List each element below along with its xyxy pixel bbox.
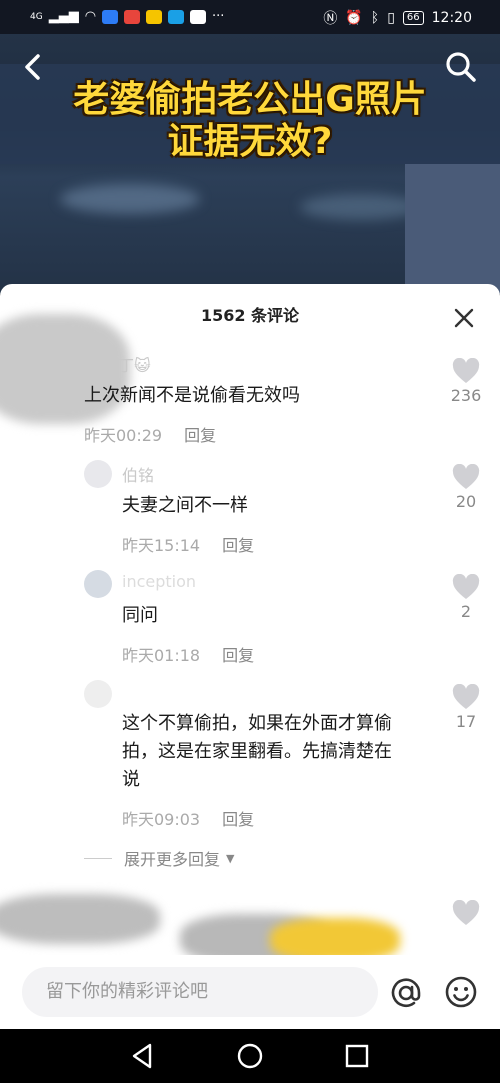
like-button[interactable]: 20 xyxy=(446,464,486,511)
comment-text-line: 说 xyxy=(122,769,140,790)
comment-text-line: 这个不算偷拍，如果在外面才算偷 xyxy=(122,713,392,734)
heart-icon xyxy=(452,574,480,599)
video-player[interactable]: 老婆偷拍老公出G照片 证据无效? xyxy=(0,34,500,294)
like-button[interactable]: 2 xyxy=(446,574,486,621)
heart-icon xyxy=(452,464,480,489)
comment-username[interactable]: 丁😺 xyxy=(118,352,151,376)
emoji-icon[interactable] xyxy=(444,975,478,1009)
comment-time: 昨天09:03 xyxy=(122,810,201,829)
video-title: 老婆偷拍老公出G照片 证据无效? xyxy=(0,79,500,163)
home-circle-icon[interactable] xyxy=(235,1041,265,1071)
signal-icon: ▂▄▆ xyxy=(48,9,79,24)
background-door xyxy=(405,164,500,294)
comment-meta: 昨天01:18 回复 xyxy=(122,642,254,666)
back-icon[interactable] xyxy=(20,52,46,82)
comment-sheet: 1562 条评论 丁😺 上次新闻不是说偷看无效吗 昨天00:29 回复 236 伯… xyxy=(0,284,500,1029)
more-notifications: ··· xyxy=(212,9,225,24)
comment-username[interactable]: 伯铭 xyxy=(122,462,154,486)
comment-text[interactable]: 上次新闻不是说偷看无效吗 xyxy=(84,382,300,410)
comment-meta: 昨天09:03 回复 xyxy=(122,806,254,830)
caret-down-icon: ▼ xyxy=(226,851,235,865)
back-triangle-icon[interactable] xyxy=(128,1041,158,1071)
avatar[interactable] xyxy=(84,460,112,488)
video-title-line1: 老婆偷拍老公出G照片 xyxy=(73,79,427,120)
like-button[interactable]: 236 xyxy=(446,358,486,405)
avatar[interactable] xyxy=(84,680,112,708)
expand-replies-button[interactable]: 展开更多回复 ▼ xyxy=(84,846,234,870)
at-icon[interactable] xyxy=(388,975,424,1011)
reply-button[interactable]: 回复 xyxy=(222,810,254,829)
like-count: 20 xyxy=(455,492,477,511)
app-icon-white xyxy=(190,9,207,24)
clock: 12:20 xyxy=(431,10,472,26)
background-light xyxy=(300,194,420,220)
video-title-line2: 证据无效? xyxy=(167,121,333,162)
redacted-comment xyxy=(0,894,160,944)
vibrate-icon: ▯ xyxy=(387,10,395,26)
comment-meta: 昨天15:14 回复 xyxy=(122,532,254,556)
system-nav-bar xyxy=(0,1029,500,1083)
comment-time: 昨天00:29 xyxy=(84,426,163,445)
comment-meta: 昨天00:29 回复 xyxy=(84,422,216,446)
app-icon-blue xyxy=(102,9,119,24)
alarm-icon: ⏰ xyxy=(345,10,363,26)
background-light xyxy=(60,184,200,214)
recents-square-icon[interactable] xyxy=(342,1041,372,1071)
like-button[interactable] xyxy=(446,900,486,926)
heart-icon xyxy=(452,358,480,383)
network-indicator: 4G xyxy=(30,11,43,22)
like-count: 2 xyxy=(460,602,472,621)
bluetooth-icon: ᛒ xyxy=(370,10,380,26)
comment-text[interactable]: 这个不算偷拍，如果在外面才算偷 拍，这是在家里翻看。先搞清楚在 说 xyxy=(122,710,442,794)
reply-button[interactable]: 回复 xyxy=(184,426,216,445)
comment-input[interactable]: 留下你的精彩评论吧 xyxy=(22,967,378,1017)
avatar[interactable] xyxy=(84,570,112,598)
nfc-icon: Ⓝ xyxy=(323,11,338,27)
like-count: 17 xyxy=(455,712,477,731)
comment-username[interactable]: inception xyxy=(122,572,196,591)
reply-button[interactable]: 回复 xyxy=(222,536,254,555)
reply-button[interactable]: 回复 xyxy=(222,646,254,665)
heart-icon xyxy=(452,900,480,925)
divider xyxy=(84,857,112,859)
wifi-icon: ◠ xyxy=(84,9,97,24)
like-count: 236 xyxy=(450,386,482,405)
search-icon[interactable] xyxy=(444,50,478,84)
expand-replies-label: 展开更多回复 xyxy=(124,850,221,869)
battery-indicator: 66 xyxy=(402,11,424,25)
comment-text-line: 拍，这是在家里翻看。先搞清楚在 xyxy=(122,741,392,762)
comment-text[interactable]: 同问 xyxy=(122,602,158,630)
close-icon[interactable] xyxy=(452,306,476,330)
comment-time: 昨天15:14 xyxy=(122,536,201,555)
comment-input-bar: 留下你的精彩评论吧 xyxy=(0,955,500,1029)
app-icon-yellow xyxy=(146,9,163,24)
heart-icon xyxy=(452,684,480,709)
comment-text[interactable]: 夫妻之间不一样 xyxy=(122,492,248,520)
app-icon-cyan xyxy=(168,9,185,24)
status-bar: 4G ▂▄▆ ◠ ··· Ⓝ ⏰ ᛒ ▯ 66 12:20 xyxy=(0,0,500,34)
like-button[interactable]: 17 xyxy=(446,684,486,731)
comment-time: 昨天01:18 xyxy=(122,646,201,665)
app-icon-red xyxy=(124,9,141,24)
